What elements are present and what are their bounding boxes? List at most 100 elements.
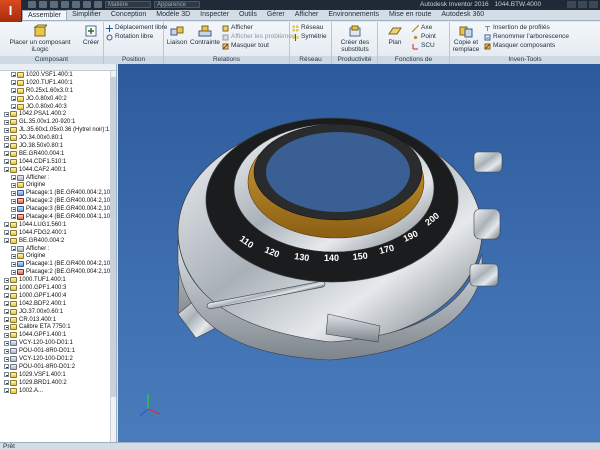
tree-item[interactable]: JO.0.80x0.40:2 <box>2 95 116 103</box>
show-relations-button[interactable]: Afficher <box>222 24 253 32</box>
tree-item[interactable]: POU-001-8R0-D01:2 <box>2 363 116 371</box>
expand-toggle-icon[interactable] <box>11 269 16 275</box>
insert-profiles-button[interactable]: Insertion de profilés <box>484 24 550 32</box>
panel-title-position[interactable]: Position <box>104 56 163 64</box>
expand-toggle-icon[interactable] <box>4 135 9 141</box>
expand-toggle-icon[interactable] <box>11 214 16 220</box>
pattern-button[interactable]: Réseau <box>292 24 323 32</box>
tree-item[interactable]: 1002.A... <box>2 387 116 395</box>
panel-title-productivite[interactable]: Productivité <box>332 56 377 64</box>
expand-toggle-icon[interactable] <box>4 293 9 299</box>
browser-scrollbar[interactable] <box>110 71 116 442</box>
expand-toggle-icon[interactable] <box>11 182 16 188</box>
tab-simplifier[interactable]: Simplifier <box>67 10 106 20</box>
tree-item[interactable]: VCY-120-100-D01:2 <box>2 355 116 363</box>
expand-toggle-icon[interactable] <box>4 388 9 394</box>
expand-toggle-icon[interactable] <box>4 324 9 330</box>
tree-item[interactable]: Placage:1 (BE.GR400.004:2,1044 <box>2 189 116 197</box>
graphics-viewport[interactable]: 110 120 130 140 150 170 190 200 <box>118 64 600 442</box>
tree-item[interactable]: 1000.GPF1.400:4 <box>2 292 116 300</box>
tree-item[interactable]: 1044.FDG2.400:1 <box>2 229 116 237</box>
point-button[interactable]: Point <box>412 33 436 41</box>
return-icon[interactable] <box>83 1 91 8</box>
tree-item[interactable]: R0.25x1.60x3.0:1 <box>2 87 116 95</box>
expand-toggle-icon[interactable] <box>11 175 16 181</box>
expand-toggle-icon[interactable] <box>11 96 16 102</box>
expand-toggle-icon[interactable] <box>11 72 16 78</box>
close-icon[interactable] <box>589 1 598 8</box>
expand-toggle-icon[interactable] <box>11 80 16 86</box>
tab-assembler[interactable]: Assembler <box>22 10 68 20</box>
expand-toggle-icon[interactable] <box>4 230 9 236</box>
tab-environnements[interactable]: Environnements <box>323 10 384 20</box>
redo-icon[interactable] <box>72 1 80 8</box>
tree-item[interactable]: Placage:2 (BE.GR400.004:2,104 <box>2 268 116 276</box>
tree-item[interactable]: BE.GR400.004:2 <box>2 237 116 245</box>
panel-title-fonctions[interactable]: Fonctions de construction <box>378 56 449 71</box>
tree-item[interactable]: 1044.CDF1.510:1 <box>2 158 116 166</box>
tree-item[interactable]: JO.0.80x0.40:3 <box>2 103 116 111</box>
appearance-dropdown[interactable]: Apparence <box>154 1 200 8</box>
tree-item[interactable]: Placage:1 (BE.GR400.004:2,104 <box>2 260 116 268</box>
tree-item[interactable]: 1042.BDF2.400:1 <box>2 300 116 308</box>
tree-item[interactable]: 1020.TUF1.400:1 <box>2 79 116 87</box>
expand-toggle-icon[interactable] <box>4 277 9 283</box>
expand-toggle-icon[interactable] <box>11 88 16 94</box>
expand-toggle-icon[interactable] <box>4 317 9 323</box>
hide-components-button[interactable]: Masquer composants <box>484 42 555 50</box>
tree-item[interactable]: 1000.GPF1.400:3 <box>2 284 116 292</box>
tree-item[interactable]: Afficher : <box>2 245 116 253</box>
panel-title-inven-tools[interactable]: Inven-Tools <box>450 56 600 64</box>
axis-button[interactable]: Axe <box>412 24 432 32</box>
expand-toggle-icon[interactable] <box>4 111 9 117</box>
expand-toggle-icon[interactable] <box>11 190 16 196</box>
material-dropdown[interactable]: Matière <box>105 1 151 8</box>
expand-toggle-icon[interactable] <box>11 104 16 109</box>
create-substitutes-button[interactable]: Créer des substituts <box>334 24 376 53</box>
tree-item[interactable]: Calibre ETA 7750:1 <box>2 324 116 332</box>
expand-toggle-icon[interactable] <box>4 285 9 291</box>
tree-item[interactable]: 1020.VSF1.400:1 <box>2 71 116 79</box>
hide-all-button[interactable]: Masquer tout <box>222 42 269 50</box>
plane-button[interactable]: Plan <box>382 24 408 46</box>
new-icon[interactable] <box>28 1 36 8</box>
rename-tree-button[interactable]: Renommer l'arborescence <box>484 33 569 41</box>
create-component-button[interactable]: Créer <box>80 24 102 46</box>
expand-toggle-icon[interactable] <box>4 356 9 362</box>
place-ilogic-button[interactable]: Placer un composant iLogic <box>2 24 78 53</box>
tree-item[interactable]: JO.37.00x0.60:1 <box>2 308 116 316</box>
tree-item[interactable]: JO.38.50x0.80:1 <box>2 142 116 150</box>
tree-item[interactable]: JL.35.60x1.05x0.36 (Hytrel noir):1 <box>2 126 116 134</box>
tab-outils[interactable]: Outils <box>234 10 262 20</box>
free-move-button[interactable]: Déplacement libre <box>106 24 167 32</box>
tree-item[interactable]: Placage:4 (BE.GR400.004:1,1044 <box>2 213 116 221</box>
expand-toggle-icon[interactable] <box>4 372 9 378</box>
tab-mise-en-route[interactable]: Mise en route <box>384 10 436 20</box>
constraint-button[interactable]: Contrainte <box>190 24 220 46</box>
expand-toggle-icon[interactable] <box>4 222 9 228</box>
tree-item[interactable]: Afficher : <box>2 174 116 182</box>
tree-item[interactable]: Origine <box>2 252 116 260</box>
expand-toggle-icon[interactable] <box>4 238 9 244</box>
expand-toggle-icon[interactable] <box>4 380 9 386</box>
tree-item[interactable]: Placage:2 (BE.GR400.004:2,1044 <box>2 197 116 205</box>
undo-icon[interactable] <box>61 1 69 8</box>
tree-item[interactable]: 1029.BRD1.400:2 <box>2 379 116 387</box>
expand-toggle-icon[interactable] <box>4 309 9 315</box>
expand-toggle-icon[interactable] <box>11 206 16 212</box>
minimize-icon[interactable] <box>567 1 576 8</box>
tab-inspecter[interactable]: Inspecter <box>195 10 234 20</box>
free-rotate-button[interactable]: Rotation libre <box>106 33 153 41</box>
expand-toggle-icon[interactable] <box>11 261 16 267</box>
open-icon[interactable] <box>39 1 47 8</box>
expand-toggle-icon[interactable] <box>11 253 16 259</box>
joint-button[interactable]: Liaison <box>166 24 188 46</box>
tree-item[interactable]: 1044.CAF2.400:1 <box>2 166 116 174</box>
panel-title-composant[interactable]: Composant <box>0 56 103 64</box>
expand-toggle-icon[interactable] <box>4 143 9 149</box>
tree-item[interactable]: VCY-120-100-D01:1 <box>2 339 116 347</box>
expand-toggle-icon[interactable] <box>4 167 9 173</box>
tree-item[interactable]: JO.34.00x0.80:1 <box>2 134 116 142</box>
expand-toggle-icon[interactable] <box>4 348 9 354</box>
expand-toggle-icon[interactable] <box>11 198 16 204</box>
